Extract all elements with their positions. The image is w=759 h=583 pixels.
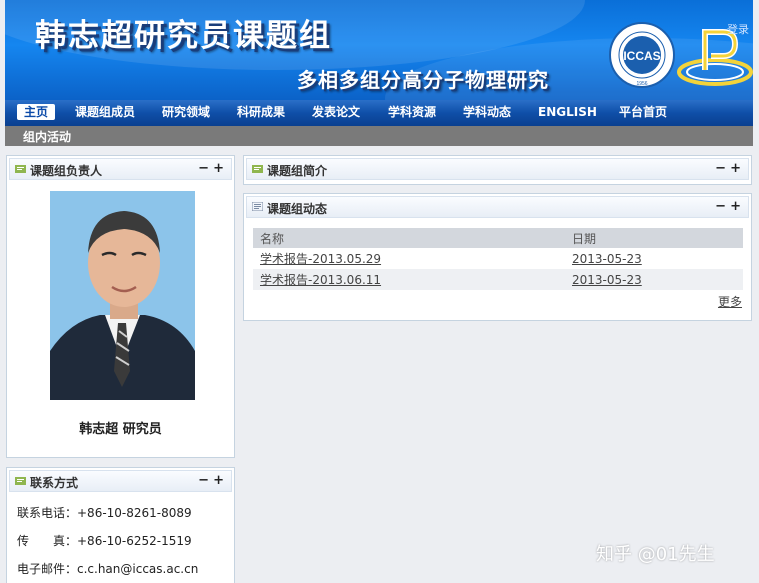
seal-text: ICCAS <box>623 49 660 63</box>
login-link[interactable]: 登录 <box>727 21 749 37</box>
news-table: 名称 日期 学术报告-2013.05.29 2013-05-23 学术报告-20… <box>253 228 743 290</box>
nav-item-news[interactable]: 学科动态 <box>463 105 511 119</box>
seal-year: 1956 <box>636 81 647 87</box>
group-subtitle: 多相多组分高分子物理研究 <box>297 68 549 92</box>
nav-item-research-areas[interactable]: 研究领域 <box>162 105 210 119</box>
panel-title: 课题组简介 <box>267 164 328 178</box>
column-header-name: 名称 <box>253 228 565 248</box>
nav-item-home[interactable]: 主页 <box>17 104 56 120</box>
news-date-link[interactable]: 2013-05-23 <box>572 252 642 266</box>
news-link[interactable]: 学术报告-2013.06.11 <box>260 273 381 287</box>
nav-item-publications[interactable]: 发表论文 <box>312 105 360 119</box>
panel-header: 课题组动态 − + <box>246 196 749 218</box>
nav-item-platform-home[interactable]: 平台首页 <box>619 105 667 119</box>
nav-item-resources[interactable]: 学科资源 <box>388 105 436 119</box>
leader-photo <box>50 191 195 400</box>
nav-item-achievements[interactable]: 科研成果 <box>237 105 285 119</box>
contact-email[interactable]: 电子邮件：c.c.han@iccas.ac.cn <box>17 560 198 577</box>
expand-button[interactable]: + <box>213 161 224 176</box>
leader-panel: 课题组负责人 − + 韩志超 研究员 <box>6 155 235 458</box>
main-nav: 主页 课题组成员 研究领域 科研成果 发表论文 学科资源 学科动态 ENGLIS… <box>5 100 753 126</box>
table-row: 学术报告-2013.06.11 2013-05-23 <box>253 269 743 290</box>
expand-button[interactable]: + <box>730 161 741 176</box>
collapse-button[interactable]: − <box>715 199 726 214</box>
contact-phone: 联系电话：+86-10-8261-8089 <box>17 506 192 520</box>
list-icon <box>252 202 263 211</box>
table-header-row: 名称 日期 <box>253 228 743 248</box>
contact-fax: 传 真：+86-10-6252-1519 <box>17 534 192 548</box>
panel-icon <box>15 477 26 485</box>
leader-name: 韩志超 研究员 <box>79 422 162 437</box>
intro-panel: 课题组简介 − + <box>243 155 752 185</box>
column-header-date: 日期 <box>565 228 743 248</box>
news-panel: 课题组动态 − + 名称 日期 学术报告-2013.05.29 2013-05-… <box>243 193 752 321</box>
nav-item-group-activities[interactable]: 组内活动 <box>23 128 71 145</box>
nav-item-members[interactable]: 课题组成员 <box>75 105 135 119</box>
nav-item-english[interactable]: ENGLISH <box>538 105 597 119</box>
iccas-seal-logo: ICCAS 1956 <box>609 22 675 88</box>
panel-title: 课题组负责人 <box>30 164 103 178</box>
expand-button[interactable]: + <box>213 473 224 488</box>
portrait-image <box>50 191 195 400</box>
collapse-button[interactable]: − <box>198 161 209 176</box>
panel-title: 联系方式 <box>30 476 79 490</box>
contact-panel: 联系方式 − + 联系电话：+86-10-8261-8089 传 真：+86-1… <box>6 467 235 583</box>
site-banner: 韩志超研究员课题组 多相多组分高分子物理研究 ICCAS 1956 登录 <box>5 0 753 100</box>
collapse-button[interactable]: − <box>715 161 726 176</box>
table-row: 学术报告-2013.05.29 2013-05-23 <box>253 248 743 269</box>
expand-button[interactable]: + <box>730 199 741 214</box>
news-date-link[interactable]: 2013-05-23 <box>572 273 642 287</box>
news-link[interactable]: 学术报告-2013.05.29 <box>260 252 381 266</box>
secondary-nav: 组内活动 <box>5 126 753 146</box>
group-title: 韩志超研究员课题组 <box>35 18 332 54</box>
panel-icon <box>15 165 26 173</box>
panel-header: 课题组负责人 − + <box>9 158 232 180</box>
panel-icon <box>252 165 263 173</box>
panel-header: 联系方式 − + <box>9 470 232 492</box>
panel-title: 课题组动态 <box>267 202 328 216</box>
watermark: 知乎 @01先生 <box>596 544 715 565</box>
more-link[interactable]: 更多 <box>718 293 742 310</box>
collapse-button[interactable]: − <box>198 473 209 488</box>
panel-header: 课题组简介 − + <box>246 158 749 180</box>
